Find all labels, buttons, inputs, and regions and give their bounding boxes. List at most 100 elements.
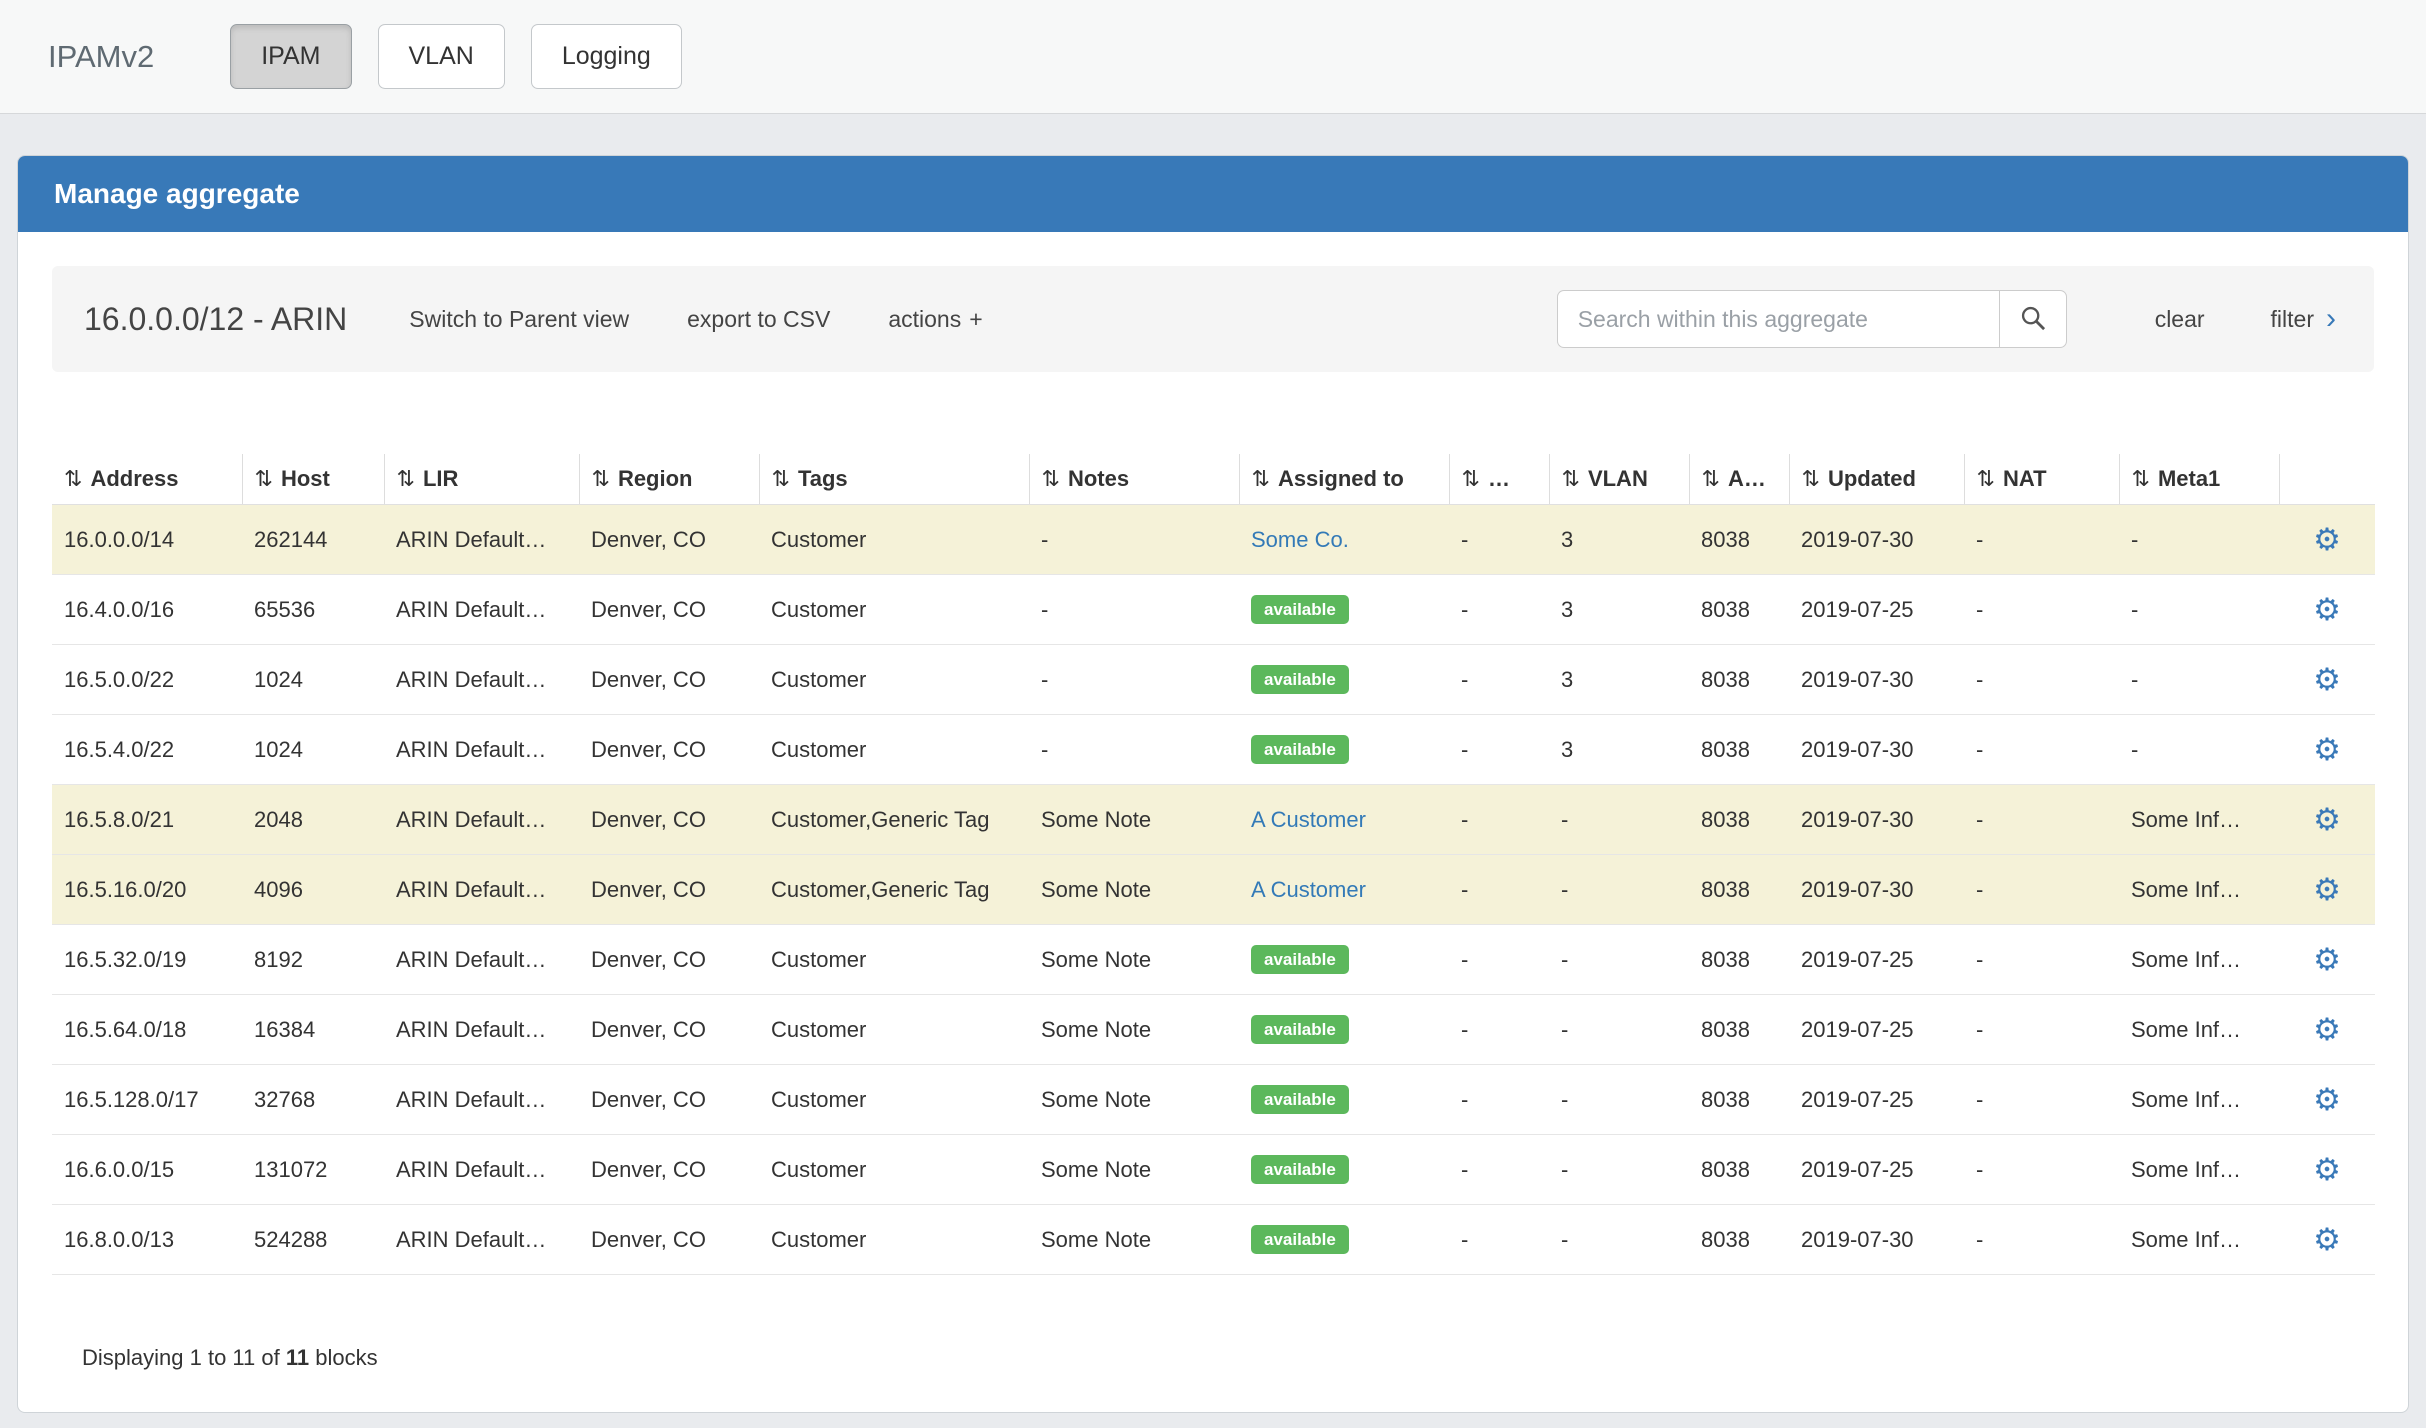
sort-icon: ⇅ <box>64 466 82 491</box>
column-label: Region <box>618 466 693 491</box>
column-header[interactable]: ⇅Assigned to <box>1239 454 1449 505</box>
table-row: 16.5.0.0/22 1024 ARIN Default… Denver, C… <box>52 645 2375 715</box>
gear-icon[interactable]: ⚙ <box>2313 1152 2341 1187</box>
address-cell: 16.5.16.0/20 <box>52 855 242 925</box>
tags-cell: Customer <box>759 1135 1029 1205</box>
region-cell: Denver, CO <box>579 1135 759 1205</box>
gear-icon[interactable]: ⚙ <box>2313 802 2341 837</box>
search-icon <box>2019 304 2047 335</box>
column-header[interactable]: ⇅LIR <box>384 454 579 505</box>
address-cell: 16.0.0.0/14 <box>52 505 242 575</box>
address-cell: 16.5.4.0/22 <box>52 715 242 785</box>
assigned-cell: Some Co. <box>1239 505 1449 575</box>
column-header[interactable]: ⇅Updated <box>1789 454 1964 505</box>
assigned-cell: available <box>1239 645 1449 715</box>
tags-cell: Customer <box>759 925 1029 995</box>
filter-label: filter <box>2271 306 2314 333</box>
column-header[interactable]: ⇅Region <box>579 454 759 505</box>
gear-icon[interactable]: ⚙ <box>2313 1222 2341 1257</box>
gear-icon[interactable]: ⚙ <box>2313 732 2341 767</box>
address-cell: 16.5.8.0/21 <box>52 785 242 855</box>
chevron-right-icon: › <box>2326 304 2336 334</box>
search-input[interactable] <box>1557 290 1999 348</box>
column-header[interactable]: ⇅Tags <box>759 454 1029 505</box>
region-cell: Denver, CO <box>579 1205 759 1275</box>
switch-parent-view-link[interactable]: Switch to Parent view <box>409 306 629 333</box>
address-cell: 16.4.0.0/16 <box>52 575 242 645</box>
status-badge: available <box>1251 735 1349 764</box>
status-badge: available <box>1251 665 1349 694</box>
meta1-cell: - <box>2119 715 2279 785</box>
aggregate-title: 16.0.0.0/12 - ARIN <box>84 301 347 338</box>
tags-cell: Customer,Generic Tag <box>759 855 1029 925</box>
nav-tab-logging[interactable]: Logging <box>531 24 682 89</box>
gear-icon[interactable]: ⚙ <box>2313 942 2341 977</box>
row-actions-cell: ⚙ <box>2279 925 2375 995</box>
extra-cell: - <box>1449 785 1549 855</box>
clear-filter-link[interactable]: clear <box>2155 306 2205 333</box>
asn-cell: 8038 <box>1689 715 1789 785</box>
column-header[interactable]: ⇅Address <box>52 454 242 505</box>
actions-menu[interactable]: actions+ <box>888 306 982 333</box>
status-badge: available <box>1251 1085 1349 1114</box>
column-label: … <box>1488 466 1510 491</box>
nav-tabs: IPAM VLAN Logging <box>230 24 682 89</box>
status-badge: available <box>1251 1155 1349 1184</box>
assigned-cell: A Customer <box>1239 785 1449 855</box>
column-header[interactable]: ⇅Notes <box>1029 454 1239 505</box>
gear-icon[interactable]: ⚙ <box>2313 662 2341 697</box>
sort-icon: ⇅ <box>772 466 790 491</box>
gear-icon[interactable]: ⚙ <box>2313 522 2341 557</box>
asn-cell: 8038 <box>1689 785 1789 855</box>
extra-cell: - <box>1449 925 1549 995</box>
updated-cell: 2019-07-30 <box>1789 855 1964 925</box>
gear-icon[interactable]: ⚙ <box>2313 592 2341 627</box>
filter-link[interactable]: filter › <box>2271 304 2336 334</box>
extra-cell: - <box>1449 575 1549 645</box>
gear-icon[interactable]: ⚙ <box>2313 1012 2341 1047</box>
region-cell: Denver, CO <box>579 855 759 925</box>
column-header[interactable]: ⇅A… <box>1689 454 1789 505</box>
notes-cell: - <box>1029 575 1239 645</box>
vlan-cell: - <box>1549 1135 1689 1205</box>
gear-icon[interactable]: ⚙ <box>2313 872 2341 907</box>
column-header[interactable]: ⇅VLAN <box>1549 454 1689 505</box>
meta1-cell: - <box>2119 505 2279 575</box>
blocks-table-wrap: ⇅Address⇅Host⇅LIR⇅Region⇅Tags⇅Notes⇅Assi… <box>52 454 2374 1275</box>
column-header[interactable]: ⇅NAT <box>1964 454 2119 505</box>
vlan-cell: - <box>1549 785 1689 855</box>
meta1-cell: Some Inf… <box>2119 1205 2279 1275</box>
vlan-cell: - <box>1549 925 1689 995</box>
column-header[interactable]: ⇅Host <box>242 454 384 505</box>
export-csv-link[interactable]: export to CSV <box>687 306 830 333</box>
nav-tab-ipam[interactable]: IPAM <box>230 24 351 89</box>
host-cell: 8192 <box>242 925 384 995</box>
row-actions-cell: ⚙ <box>2279 575 2375 645</box>
row-actions-cell: ⚙ <box>2279 1065 2375 1135</box>
app-brand: IPAMv2 <box>48 39 154 75</box>
host-cell: 262144 <box>242 505 384 575</box>
lir-cell: ARIN Default… <box>384 925 579 995</box>
lir-cell: ARIN Default… <box>384 1205 579 1275</box>
host-cell: 131072 <box>242 1135 384 1205</box>
column-header[interactable]: ⇅Meta1 <box>2119 454 2279 505</box>
tags-cell: Customer <box>759 1065 1029 1135</box>
assigned-cell: available <box>1239 1135 1449 1205</box>
vlan-cell: - <box>1549 995 1689 1065</box>
search-button[interactable] <box>1999 290 2067 348</box>
assigned-link[interactable]: Some Co. <box>1251 527 1349 552</box>
pagination-info: Displaying 1 to 11 of 11 blocks <box>82 1345 2374 1371</box>
assigned-link[interactable]: A Customer <box>1251 877 1366 902</box>
row-actions-cell: ⚙ <box>2279 715 2375 785</box>
column-header[interactable]: ⇅… <box>1449 454 1549 505</box>
assigned-cell: available <box>1239 715 1449 785</box>
blocks-table: ⇅Address⇅Host⇅LIR⇅Region⇅Tags⇅Notes⇅Assi… <box>52 454 2375 1275</box>
status-badge: available <box>1251 945 1349 974</box>
gear-icon[interactable]: ⚙ <box>2313 1082 2341 1117</box>
assigned-link[interactable]: A Customer <box>1251 807 1366 832</box>
address-cell: 16.5.32.0/19 <box>52 925 242 995</box>
lir-cell: ARIN Default… <box>384 1135 579 1205</box>
nav-tab-vlan[interactable]: VLAN <box>378 24 505 89</box>
sort-icon: ⇅ <box>2132 466 2150 491</box>
tags-cell: Customer <box>759 1205 1029 1275</box>
